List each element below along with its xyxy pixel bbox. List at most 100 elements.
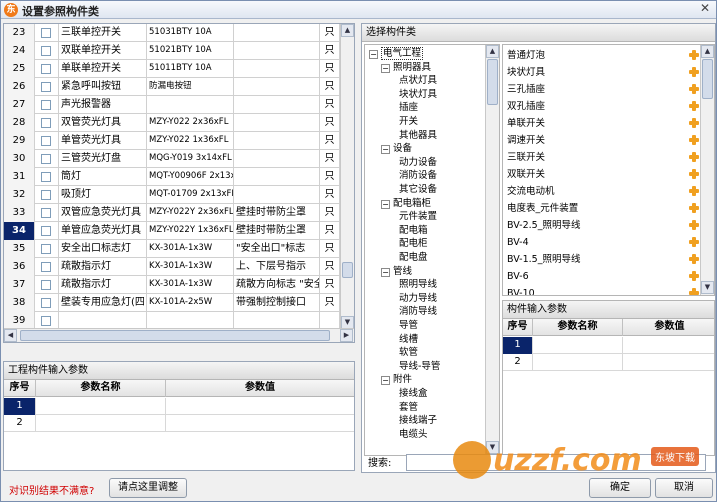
checkbox[interactable] xyxy=(41,136,51,146)
unit-cell[interactable]: 只 xyxy=(320,78,340,96)
checkbox[interactable] xyxy=(41,82,51,92)
row-checkbox[interactable] xyxy=(35,204,59,222)
list-item[interactable]: 调速开关 xyxy=(507,132,707,149)
checkbox[interactable] xyxy=(41,118,51,128)
list-item[interactable]: 块状灯具 xyxy=(507,64,707,81)
note-cell[interactable] xyxy=(234,132,320,150)
list-item[interactable]: 三孔插座 xyxy=(507,81,707,98)
param-value-cell[interactable] xyxy=(166,398,354,415)
row-checkbox[interactable] xyxy=(35,240,59,258)
table-row[interactable]: 32 吸顶灯 MQT-01709 2x13xFL 只 xyxy=(4,186,340,204)
unit-cell[interactable]: 只 xyxy=(320,294,340,312)
add-icon[interactable] xyxy=(689,84,699,94)
unit-cell[interactable]: 只 xyxy=(320,60,340,78)
note-cell[interactable] xyxy=(234,60,320,78)
add-icon[interactable] xyxy=(689,254,699,264)
tree-node[interactable]: 插座 xyxy=(399,101,418,114)
component-name-cell[interactable]: 吸顶灯 xyxy=(59,186,147,204)
tree-node[interactable]: − 管线 xyxy=(381,265,412,278)
tree-vertical-scrollbar[interactable]: ▲ ▼ xyxy=(485,45,499,455)
scroll-down-arrow-icon[interactable]: ▼ xyxy=(486,441,499,454)
checkbox[interactable] xyxy=(41,28,51,38)
table-row[interactable]: 31 筒灯 MQT-Y00906F 2x13x 只 xyxy=(4,168,340,186)
add-icon[interactable] xyxy=(689,220,699,230)
component-name-cell[interactable]: 单管应急荧光灯具 xyxy=(59,222,147,240)
table-row[interactable]: 27 声光报警器 只 xyxy=(4,96,340,114)
row-checkbox[interactable] xyxy=(35,294,59,312)
tree-node[interactable]: 电缆头 xyxy=(399,428,428,441)
row-checkbox[interactable] xyxy=(35,150,59,168)
note-cell[interactable] xyxy=(234,150,320,168)
table-row[interactable]: 26 紧急呼叫按钮 防漏电按钮 只 xyxy=(4,78,340,96)
table-row[interactable]: 2 xyxy=(4,415,354,432)
tree-node[interactable]: 其他器具 xyxy=(399,129,437,142)
add-icon[interactable] xyxy=(689,101,699,111)
table-row[interactable]: 36 疏散指示灯 KX-301A-1x3W 上、下层号指示只 xyxy=(4,258,340,276)
tree-node[interactable]: 块状灯具 xyxy=(399,88,437,101)
grid-horizontal-scrollbar[interactable]: ◀ ▶ xyxy=(4,328,354,342)
unit-cell[interactable]: 只 xyxy=(320,24,340,42)
checkbox[interactable] xyxy=(41,46,51,56)
search-input[interactable] xyxy=(406,454,706,471)
list-item[interactable]: BV-4 xyxy=(507,234,707,251)
list-item[interactable]: BV-6 xyxy=(507,268,707,285)
checkbox[interactable] xyxy=(41,172,51,182)
row-checkbox[interactable] xyxy=(35,186,59,204)
tree-node[interactable]: 接线端子 xyxy=(399,414,437,427)
model-cell[interactable]: KX-101A-2x5W xyxy=(147,294,234,312)
tree-node[interactable]: 导管 xyxy=(399,319,418,332)
unit-cell[interactable]: 只 xyxy=(320,114,340,132)
close-icon[interactable]: ✕ xyxy=(700,1,710,15)
model-cell[interactable]: MQT-01709 2x13xFL xyxy=(147,186,234,204)
component-name-cell[interactable]: 壁装专用应急灯(四 xyxy=(59,294,147,312)
scroll-thumb[interactable] xyxy=(20,330,330,341)
scroll-thumb[interactable] xyxy=(342,262,353,278)
checkbox[interactable] xyxy=(41,262,51,272)
cancel-button[interactable]: 取消 xyxy=(655,478,713,498)
checkbox[interactable] xyxy=(41,298,51,308)
unit-cell[interactable]: 只 xyxy=(320,186,340,204)
unit-cell[interactable]: 只 xyxy=(320,132,340,150)
model-cell[interactable]: MZY-Y022Y 2x36xFL xyxy=(147,204,234,222)
model-cell[interactable]: KX-301A-1x3W xyxy=(147,240,234,258)
add-icon[interactable] xyxy=(689,288,699,295)
add-icon[interactable] xyxy=(689,186,699,196)
component-name-cell[interactable]: 单管荧光灯具 xyxy=(59,132,147,150)
list-vertical-scrollbar[interactable]: ▲ ▼ xyxy=(700,45,714,295)
row-checkbox[interactable] xyxy=(35,258,59,276)
component-name-cell[interactable]: 三联单控开关 xyxy=(59,24,147,42)
add-icon[interactable] xyxy=(689,135,699,145)
component-name-cell[interactable]: 双管荧光灯具 xyxy=(59,114,147,132)
model-cell[interactable]: KX-301A-1x3W xyxy=(147,276,234,294)
table-row[interactable]: 34 单管应急荧光灯具 MZY-Y022Y 1x36xFL 壁挂时带防尘罩只 xyxy=(4,222,340,240)
component-name-cell[interactable]: 单联单控开关 xyxy=(59,60,147,78)
model-cell[interactable]: MQT-Y00906F 2x13x xyxy=(147,168,234,186)
checkbox[interactable] xyxy=(41,208,51,218)
list-item[interactable]: 双孔插座 xyxy=(507,98,707,115)
note-cell[interactable] xyxy=(234,24,320,42)
table-row[interactable]: 29 单管荧光灯具 MZY-Y022 1x36xFL 只 xyxy=(4,132,340,150)
tree-node[interactable]: − 照明器具 xyxy=(381,61,431,74)
list-item[interactable]: 普通灯泡 xyxy=(507,47,707,64)
tree-node[interactable]: 线槽 xyxy=(399,333,418,346)
model-cell[interactable]: 51011BTY 10A xyxy=(147,60,234,78)
component-name-cell[interactable]: 声光报警器 xyxy=(59,96,147,114)
note-cell[interactable]: 壁挂时带防尘罩 xyxy=(234,204,320,222)
add-icon[interactable] xyxy=(689,271,699,281)
add-icon[interactable] xyxy=(689,50,699,60)
table-row[interactable]: 33 双管应急荧光灯具 MZY-Y022Y 2x36xFL 壁挂时带防尘罩只 xyxy=(4,204,340,222)
row-checkbox[interactable] xyxy=(35,60,59,78)
table-row[interactable]: 25 单联单控开关 51011BTY 10A 只 xyxy=(4,60,340,78)
unit-cell[interactable]: 只 xyxy=(320,240,340,258)
tree-node[interactable]: 动力导线 xyxy=(399,292,437,305)
checkbox[interactable] xyxy=(41,100,51,110)
note-cell[interactable]: "安全出口"标志 xyxy=(234,240,320,258)
list-item[interactable]: 单联开关 xyxy=(507,115,707,132)
component-name-cell[interactable]: 双联单控开关 xyxy=(59,42,147,60)
tree-node[interactable]: − 电气工程 xyxy=(369,47,424,60)
model-cell[interactable]: MZY-Y022Y 1x36xFL xyxy=(147,222,234,240)
model-cell[interactable] xyxy=(147,96,234,114)
table-row[interactable]: 28 双管荧光灯具 MZY-Y022 2x36xFL 只 xyxy=(4,114,340,132)
scroll-up-arrow-icon[interactable]: ▲ xyxy=(701,45,714,58)
scroll-left-arrow-icon[interactable]: ◀ xyxy=(4,329,17,342)
